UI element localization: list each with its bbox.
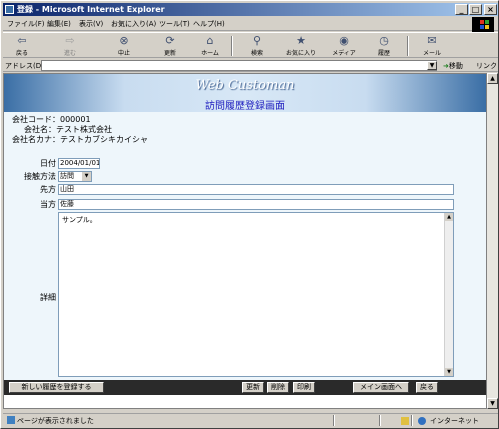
address-input[interactable]: [41, 60, 437, 71]
favorites-icon: ★: [296, 34, 306, 47]
menu-bar: ファイル(F) 編集(E) 表示(V) お気に入り(A) ツール(T) ヘルプ(…: [3, 17, 498, 31]
menu-view[interactable]: 表示(V): [79, 19, 103, 29]
refresh-icon: ⟳: [165, 34, 175, 47]
company-name-kana: 会社名カナ：テストカブシキカイシャ: [12, 135, 148, 144]
media-button[interactable]: ◉ メディア: [329, 34, 359, 58]
links-button[interactable]: リンク »: [476, 61, 499, 71]
favorites-button[interactable]: ★ お気に入り: [283, 34, 319, 58]
toolbar: ⇦ 戻る ⇨ 進む ⊗ 中止 ⟳ 更新 ⌂ ホーム ⚲ 検索 ★ お気に入り ◉: [3, 32, 498, 58]
stop-icon: ⊗: [119, 34, 129, 47]
chevron-down-icon: ▼: [82, 172, 91, 181]
back-arrow-icon: ⇦: [17, 34, 27, 47]
contact-method-select[interactable]: 訪問 ▼: [58, 171, 92, 182]
close-button[interactable]: ×: [484, 4, 497, 15]
detail-label: 詳細: [40, 293, 56, 302]
textarea-scrollbar[interactable]: ▲ ▼: [444, 213, 453, 376]
client-person-input[interactable]: 山田: [58, 184, 454, 195]
staff-person-input[interactable]: 佐藤: [58, 199, 454, 210]
delete-button[interactable]: 削除: [267, 382, 289, 393]
status-bar: ページが表示されました インターネット: [3, 413, 498, 427]
back-page-button[interactable]: 戻る: [416, 382, 438, 393]
status-divider: [333, 415, 335, 426]
date-input[interactable]: 2004/01/01: [58, 158, 100, 169]
brand-logo: Web Customan: [195, 78, 295, 93]
menu-edit[interactable]: 編集(E): [47, 19, 71, 29]
menu-file[interactable]: ファイル(F): [7, 19, 45, 29]
back-button[interactable]: ⇦ 戻る: [7, 34, 37, 58]
status-divider: [379, 415, 381, 426]
history-icon: ◷: [379, 34, 389, 47]
scroll-down-icon[interactable]: ▼: [487, 398, 498, 409]
staff-person-label: 当方: [40, 200, 56, 209]
scroll-up-icon[interactable]: ▲: [445, 213, 453, 221]
address-label: アドレス(D): [5, 62, 44, 70]
update-button[interactable]: 更新: [242, 382, 264, 393]
status-divider: [411, 415, 413, 426]
refresh-button[interactable]: ⟳ 更新: [155, 34, 185, 58]
page-scrollbar[interactable]: ▲ ▼: [487, 73, 498, 409]
menu-favorites[interactable]: お気に入り(A): [111, 19, 156, 29]
contact-method-value: 訪問: [60, 172, 74, 180]
status-text: ページが表示されました: [7, 416, 94, 426]
visit-history-form: 会社コード：000001 会社名：テスト株式会社 会社名カナ：テストカブシキカイ…: [4, 112, 486, 380]
register-new-history-button[interactable]: 新しい履歴を登録する: [9, 382, 104, 393]
security-zone: インターネット: [430, 417, 479, 425]
toolbar-separator: [231, 36, 233, 56]
client-person-label: 先方: [40, 185, 56, 194]
menu-tools[interactable]: ツール(T): [159, 19, 190, 29]
page-done-icon: [7, 416, 15, 424]
stop-button[interactable]: ⊗ 中止: [109, 34, 139, 58]
go-button[interactable]: ➜移動: [443, 61, 463, 71]
search-button[interactable]: ⚲ 検索: [242, 34, 272, 58]
window-title: 登録 - Microsoft Internet Explorer: [17, 5, 165, 14]
page-content: Web Customan 訪問履歴登録画面 会社コード：000001 会社名：テ…: [3, 73, 487, 409]
mail-button[interactable]: ✉ メール: [417, 34, 447, 58]
ie-page-icon: [5, 5, 14, 14]
home-button[interactable]: ⌂ ホーム: [195, 34, 225, 58]
maximize-button[interactable]: □: [469, 4, 482, 15]
address-bar: アドレス(D) ▼ ➜移動 リンク »: [3, 59, 499, 72]
action-bar: 新しい履歴を登録する 更新 削除 印刷 メイン画面へ 戻る: [4, 380, 486, 395]
browser-window: 登録 - Microsoft Internet Explorer _ □ × フ…: [0, 0, 499, 429]
detail-textarea[interactable]: サンプル。 ▲ ▼: [58, 212, 454, 377]
home-icon: ⌂: [206, 34, 214, 47]
scroll-down-icon[interactable]: ▼: [445, 368, 453, 376]
contact-method-label: 接触方法: [24, 172, 56, 181]
detail-text: サンプル。: [62, 216, 97, 224]
date-label: 日付: [40, 159, 56, 168]
print-button[interactable]: 印刷: [293, 382, 315, 393]
forward-button[interactable]: ⇨ 進む: [55, 34, 85, 58]
toolbar-separator: [407, 36, 409, 56]
search-icon: ⚲: [252, 34, 262, 47]
windows-logo-icon: [472, 17, 494, 32]
minimize-button[interactable]: _: [455, 4, 468, 15]
globe-icon: [418, 417, 426, 425]
mail-icon: ✉: [427, 34, 437, 47]
media-icon: ◉: [339, 34, 349, 47]
menu-help[interactable]: ヘルプ(H): [193, 19, 225, 29]
page-footer-space: [4, 395, 486, 408]
forward-arrow-icon: ⇨: [65, 34, 75, 47]
address-dropdown-icon[interactable]: ▼: [427, 61, 437, 70]
header-banner: Web Customan 訪問履歴登録画面: [4, 74, 486, 112]
page-title: 訪問履歴登録画面: [205, 101, 285, 112]
scroll-up-icon[interactable]: ▲: [487, 73, 498, 84]
main-menu-button[interactable]: メイン画面へ: [353, 382, 409, 393]
title-bar: 登録 - Microsoft Internet Explorer _ □ ×: [3, 3, 498, 16]
lock-icon: [401, 417, 409, 425]
history-button[interactable]: ◷ 履歴: [369, 34, 399, 58]
